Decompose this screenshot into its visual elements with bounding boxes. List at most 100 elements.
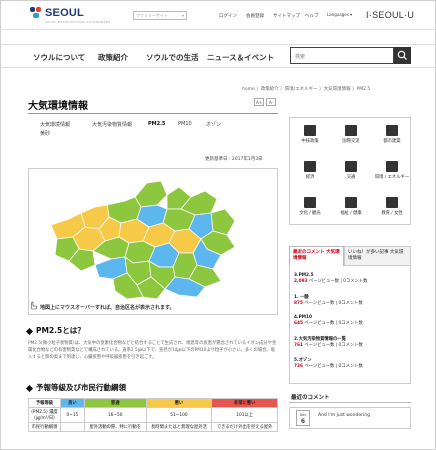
- forecast-grade-table: 予報等級 良い 普通 悪い 非常に悪い (PM2.5) 濃度(㎍/m³/日) 0…: [28, 398, 278, 432]
- list-item-views: ページビュー数: [304, 364, 335, 369]
- hand-pointer-icon: [30, 301, 38, 310]
- title-divider: [28, 113, 278, 114]
- tab-most-liked[interactable]: いいね！が多い記事 大気環境情報: [344, 246, 411, 266]
- section-pm25-title-text: PM2.5とは？: [36, 326, 85, 335]
- category-education-women[interactable]: 教育 / 女性: [372, 190, 412, 226]
- heart-icon: [345, 197, 357, 208]
- list-item-count: 875: [294, 301, 303, 306]
- recent-comment-text[interactable]: And I'm just wondering: [318, 413, 370, 418]
- category-label: 中核政策: [301, 139, 319, 144]
- table-cell: 屋外活動の際、特に行動を: [83, 422, 147, 432]
- list-item-views: ページビュー数: [304, 343, 335, 348]
- category-economy[interactable]: 経済: [290, 154, 330, 190]
- table-header-cell: 普通: [83, 398, 147, 408]
- seoul-logo[interactable]: SEOUL: [30, 7, 84, 19]
- car-icon: [345, 161, 357, 172]
- subnav-ozone[interactable]: オゾン: [206, 121, 221, 128]
- date-month: Dec: [299, 413, 307, 417]
- table-cell: 16~50: [83, 407, 147, 423]
- list-item[interactable]: 3.PM2.5 2,093 ページビュー数 | 0コメント数: [294, 273, 367, 284]
- subnav-air-info[interactable]: 大気環境情報: [40, 121, 70, 128]
- subnav-pm10[interactable]: PM10: [178, 121, 192, 127]
- comment-list: 3.PM2.5 2,093 ページビュー数 | 0コメント数 1. 一酸 875…: [289, 266, 411, 384]
- sitemap-link[interactable]: サイトマップ: [273, 13, 300, 19]
- category-environment[interactable]: 環境 / エネルギー: [372, 154, 412, 190]
- table-cell: 長時間またはと無理な屋外活: [145, 422, 213, 432]
- search-icon: [397, 50, 407, 60]
- font-increase-button[interactable]: A+: [254, 98, 264, 106]
- list-item-count: 736: [294, 364, 303, 369]
- list-item-views: ページビュー数: [304, 321, 335, 326]
- list-item-count: 645: [294, 321, 303, 326]
- map-hover-note: 地図上にマウスオーバーすれば、自治区名が表示されます。: [40, 305, 175, 311]
- category-label: 国際交流: [342, 139, 360, 144]
- update-date: 更新基準日 : 2017年1月3日: [205, 157, 263, 162]
- tab-recent-comments[interactable]: 最近のコメント 大気環境情報: [289, 246, 344, 266]
- category-transport[interactable]: 交通: [331, 154, 371, 190]
- chevron-down-icon: ▾: [181, 13, 184, 18]
- city-icon: [386, 125, 398, 136]
- subnav-pollutant-info[interactable]: 大気汚染物質情報: [92, 121, 132, 128]
- nav-policy[interactable]: 政策紹介: [98, 52, 128, 63]
- iseoulu-brand[interactable]: I·SEOUL·U: [366, 10, 414, 20]
- list-item-views: ページビュー数: [304, 301, 335, 306]
- list-item-comments: 0コメント数: [343, 279, 368, 284]
- leaf-icon: [386, 161, 398, 172]
- pm25-description: PM2.5(微小粒子状物質)は、大気中の窒素化合物などと結合することで生成され、…: [28, 341, 277, 361]
- date-badge: Dec 6: [296, 410, 310, 426]
- nav-about-seoul[interactable]: ソウルについて: [33, 52, 85, 63]
- table-header-cell: 悪い: [145, 398, 213, 408]
- list-item-count: 2,093: [294, 279, 308, 284]
- seoul-district-map[interactable]: [28, 168, 278, 315]
- category-core-policy[interactable]: 中核政策: [290, 118, 330, 154]
- help-link[interactable]: ヘルプ: [305, 13, 319, 19]
- category-label: 環境 / エネルギー: [374, 175, 410, 180]
- page-title: 大気環境情報: [28, 101, 88, 112]
- diamond-bullet-icon: [25, 384, 34, 392]
- category-welfare-health[interactable]: 福祉 / 健康: [331, 190, 371, 226]
- logo-subtitle: SEOUL METROPOLITAN GOVERNMENT: [45, 20, 111, 24]
- table-cell: できるだけ外出を控える屋外: [211, 422, 278, 432]
- chart-icon: [304, 161, 316, 172]
- section-forecast-title: 予報等級及び市民行動綱領: [25, 382, 126, 393]
- district-region: [134, 180, 168, 208]
- category-intl-exchange[interactable]: 国際交流: [331, 118, 371, 154]
- family-site-select[interactable]: ファミリーサイト ▾: [133, 11, 187, 20]
- table-cell: (PM2.5) 濃度(㎍/m³/日): [28, 407, 61, 423]
- table-header-cell: 予報等級: [28, 398, 61, 408]
- breadcrumb: home 〉政策紹介 〉環境/エネルギー 〉大気環境情報 〉PM2.5: [242, 87, 371, 92]
- register-link[interactable]: 会員登録: [246, 13, 264, 19]
- table-row: 市民行動綱領 屋外活動の際、特に行動を 長時間またはと無理な屋外活 できるだけ外…: [28, 422, 278, 432]
- table-header-cell: 良い: [59, 398, 85, 408]
- category-label: 都市建築: [383, 139, 401, 144]
- education-icon: [386, 197, 398, 208]
- building-icon: [304, 125, 316, 136]
- search-input[interactable]: 検索: [290, 47, 394, 64]
- subnav-yellow-dust[interactable]: 黄砂: [40, 130, 50, 137]
- table-cell: 51~100: [145, 407, 213, 423]
- language-select[interactable]: Languages ▾: [327, 12, 352, 17]
- list-item[interactable]: 2.大気汚染物質情報の一覧 761 ページビュー数 | 0コメント数: [294, 336, 363, 348]
- diamond-bullet-icon: [25, 327, 34, 335]
- nav-living[interactable]: ソウルでの生活: [146, 52, 199, 63]
- login-link[interactable]: ログイン: [219, 13, 237, 19]
- list-item[interactable]: 5.オゾン 736 ページビュー数 | 0コメント数: [294, 357, 363, 369]
- category-label: 福祉 / 健康: [340, 211, 362, 216]
- list-item-comments: 0コメント数: [338, 364, 363, 369]
- pm25-district-map[interactable]: [29, 169, 279, 316]
- list-item-comments: 0コメント数: [338, 321, 363, 326]
- list-item-comments: 0コメント数: [338, 343, 363, 348]
- font-decrease-button[interactable]: A-: [266, 98, 276, 106]
- list-item[interactable]: 4.PM10 645 ページビュー数 | 0コメント数: [294, 315, 363, 326]
- policy-category-grid: 中核政策 国際交流 都市建築 経済 交通 環境 / エネルギー 文化 / 観光 …: [289, 117, 411, 225]
- search-button[interactable]: [394, 47, 411, 64]
- category-label: 教育 / 女性: [381, 211, 403, 216]
- recent-comments-title: 最近のコメント: [291, 395, 330, 401]
- list-item[interactable]: 1. 一酸 875 ページビュー数 | 0コメント数: [294, 294, 363, 306]
- date-day: 6: [300, 417, 306, 425]
- category-urban-architecture[interactable]: 都市建築: [372, 118, 412, 154]
- subnav-pm25[interactable]: PM2.5: [148, 121, 166, 127]
- category-culture-tourism[interactable]: 文化 / 観光: [290, 190, 330, 226]
- nav-news-events[interactable]: ニュース＆イベント: [207, 52, 274, 63]
- table-header-cell: 非常に悪い: [211, 398, 278, 408]
